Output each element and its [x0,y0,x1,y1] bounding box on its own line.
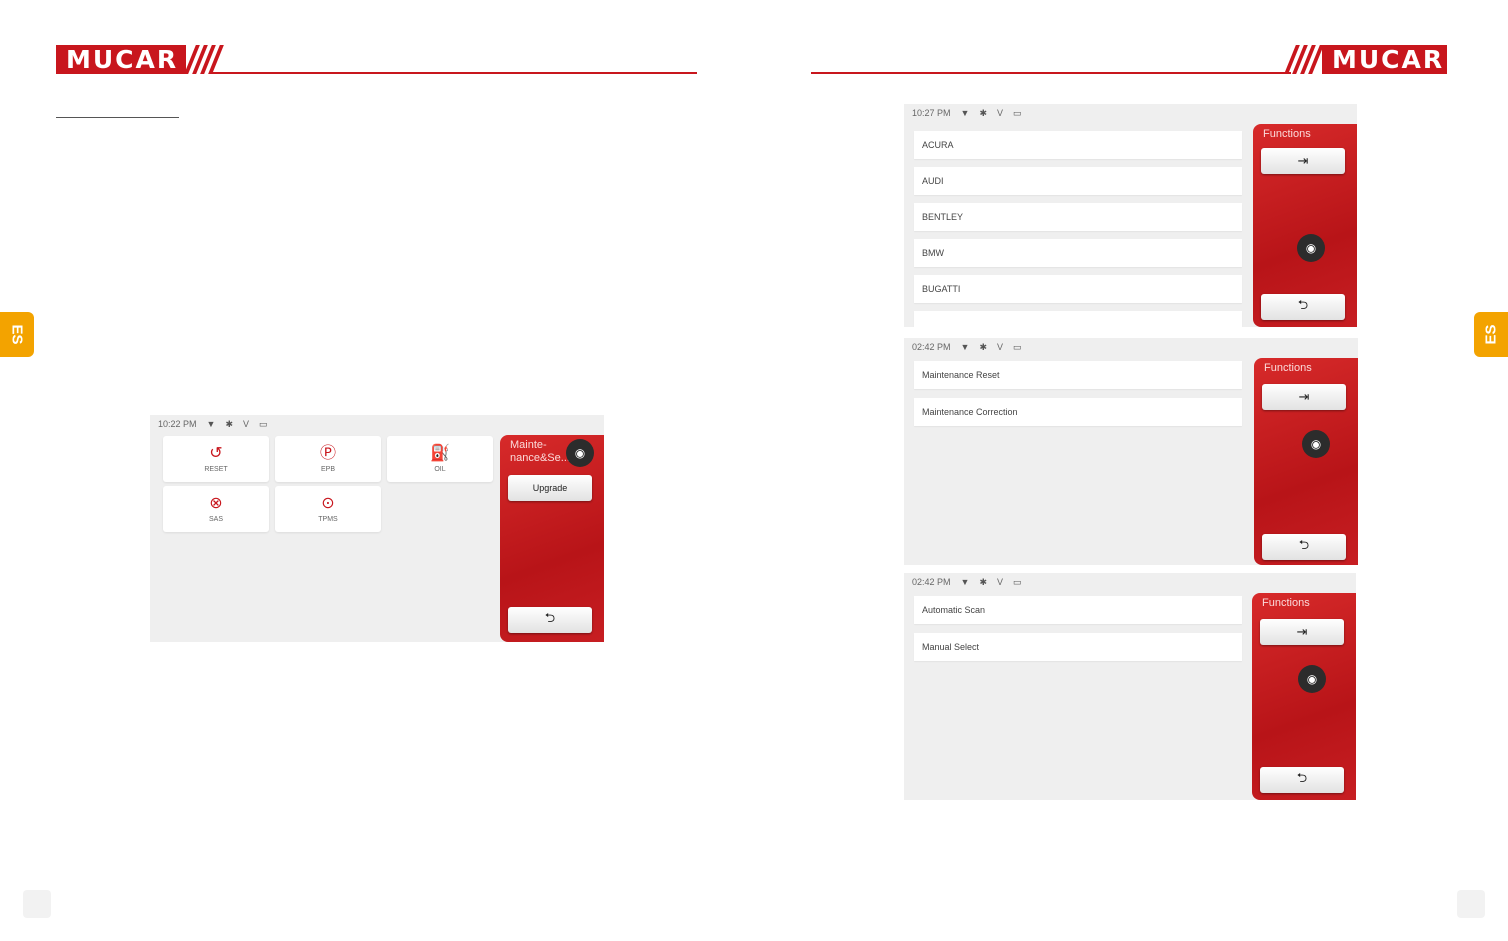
page-number-left [23,890,51,918]
header-right: MUCAR [1284,45,1447,74]
brand-logo-text-right: MUCAR [1332,45,1445,74]
list-item[interactable]: Maintenance Correction [914,398,1242,426]
battery-voltage: V [997,577,1004,587]
language-tab-left: ES [0,312,34,357]
panel-title: Functions [1263,128,1311,140]
upgrade-button[interactable]: Upgrade [508,475,592,501]
status-bar: 02:42 PM ▼ ✱ V ▭ [904,338,1358,356]
back-arrow-icon: ⮌ [544,610,556,625]
wifi-icon: ▼ [960,577,970,587]
list-item[interactable]: Automatic Scan [914,596,1242,624]
list-item[interactable]: Maintenance Reset [914,361,1242,389]
header-left: MUCAR [56,45,224,74]
language-tab-right-label: ES [1482,324,1500,345]
tile-label: SAS [208,516,223,523]
page-number-right [1457,890,1485,918]
logo-stripes-right [1284,45,1324,74]
battery-voltage: V [997,342,1004,352]
exit-button[interactable]: ⇥ [1260,619,1344,645]
camera-icon[interactable]: ◉ [566,439,594,467]
battery-icon: ▭ [1013,107,1022,118]
back-arrow-icon: ⮌ [1298,537,1310,552]
back-button[interactable]: ⮌ [1260,767,1344,793]
status-bar: 10:22 PM ▼ ✱ V ▭ [150,415,604,433]
screenshot-brands: 10:27 PM ▼ ✱ V ▭ ACURA AUDI BENTLEY BMW … [904,104,1357,327]
wifi-icon: ▼ [206,419,216,429]
section-underline [56,117,179,118]
language-tab-left-label: ES [8,324,26,345]
header-rule-right [811,72,1291,74]
list-item[interactable]: AUDI [914,167,1242,195]
exit-button[interactable]: ⇥ [1261,148,1345,174]
sas-icon: ⊗ [209,495,223,512]
tile-label: OIL [434,466,446,473]
panel-title: Functions [1264,362,1312,374]
battery-voltage: V [243,419,250,429]
tile-label: RESET [204,466,228,473]
bluetooth-icon: ✱ [225,418,234,429]
status-bar: 02:42 PM ▼ ✱ V ▭ [904,573,1356,591]
brand-logo: MUCAR [56,45,186,74]
list-item[interactable]: BENTLEY [914,203,1242,231]
screenshot-maintenance: 02:42 PM ▼ ✱ V ▭ Maintenance Reset Maint… [904,338,1358,565]
wifi-icon: ▼ [960,108,970,118]
tpms-icon: ⊙ [321,495,335,512]
exit-icon: ⇥ [1297,153,1309,168]
list-item-partial[interactable] [914,311,1242,327]
back-button[interactable]: ⮌ [1261,294,1345,320]
bluetooth-icon: ✱ [979,576,988,587]
tile-sas[interactable]: ⊗ SAS [163,486,269,532]
brand-logo-text: MUCAR [66,45,179,74]
tile-oil[interactable]: ⛽ OIL [387,436,493,482]
camera-icon[interactable]: ◉ [1302,430,1330,458]
side-panel: Mainte-nance&Se... ◉ Upgrade ⮌ [500,435,604,642]
tile-label: TPMS [318,516,338,523]
list-item[interactable]: BMW [914,239,1242,267]
side-panel: Functions ⇥ ◉ ⮌ [1252,593,1356,800]
oil-reset-icon: ↺ [209,445,223,462]
logo-stripes [184,45,224,74]
side-panel: Functions ⇥ ◉ ⮌ [1254,358,1358,565]
oil-can-icon: ⛽ [430,445,450,462]
tile-epb[interactable]: Ⓟ EPB [275,436,381,482]
tile-label: EPB [320,466,335,473]
screenshot-scan: 02:42 PM ▼ ✱ V ▭ Automatic Scan Manual S… [904,573,1356,800]
battery-icon: ▭ [1013,341,1022,352]
tile-reset[interactable]: ↺ RESET [163,436,269,482]
exit-button[interactable]: ⇥ [1262,384,1346,410]
tile-tpms[interactable]: ⊙ TPMS [275,486,381,532]
header-rule-left [210,72,697,74]
back-arrow-icon: ⮌ [1297,297,1309,312]
back-button[interactable]: ⮌ [508,607,592,633]
battery-icon: ▭ [259,418,268,429]
status-bar: 10:27 PM ▼ ✱ V ▭ [904,104,1357,122]
battery-icon: ▭ [1013,576,1022,587]
side-panel: Functions ⇥ ◉ ⮌ [1253,124,1357,327]
status-time: 02:42 PM [912,342,951,352]
exit-icon: ⇥ [1296,624,1308,639]
list-item[interactable]: Manual Select [914,633,1242,661]
status-time: 10:22 PM [158,419,197,429]
camera-icon[interactable]: ◉ [1298,665,1326,693]
panel-title: Mainte-nance&Se... [510,439,570,464]
panel-title: Functions [1262,597,1310,609]
camera-icon[interactable]: ◉ [1297,234,1325,262]
bluetooth-icon: ✱ [979,107,988,118]
list-item[interactable]: BUGATTI [914,275,1242,303]
language-tab-right: ES [1474,312,1508,357]
status-time: 02:42 PM [912,577,951,587]
bluetooth-icon: ✱ [979,341,988,352]
back-arrow-icon: ⮌ [1296,770,1308,785]
epb-icon: Ⓟ [319,445,336,462]
brand-logo-right: MUCAR [1322,45,1447,74]
status-time: 10:27 PM [912,108,951,118]
exit-icon: ⇥ [1298,389,1310,404]
battery-voltage: V [997,108,1004,118]
wifi-icon: ▼ [960,342,970,352]
back-button[interactable]: ⮌ [1262,534,1346,560]
screenshot-modules: 10:22 PM ▼ ✱ V ▭ ↺ RESET Ⓟ EPB ⛽ OIL ⊗ S… [150,415,604,642]
list-item[interactable]: ACURA [914,131,1242,159]
